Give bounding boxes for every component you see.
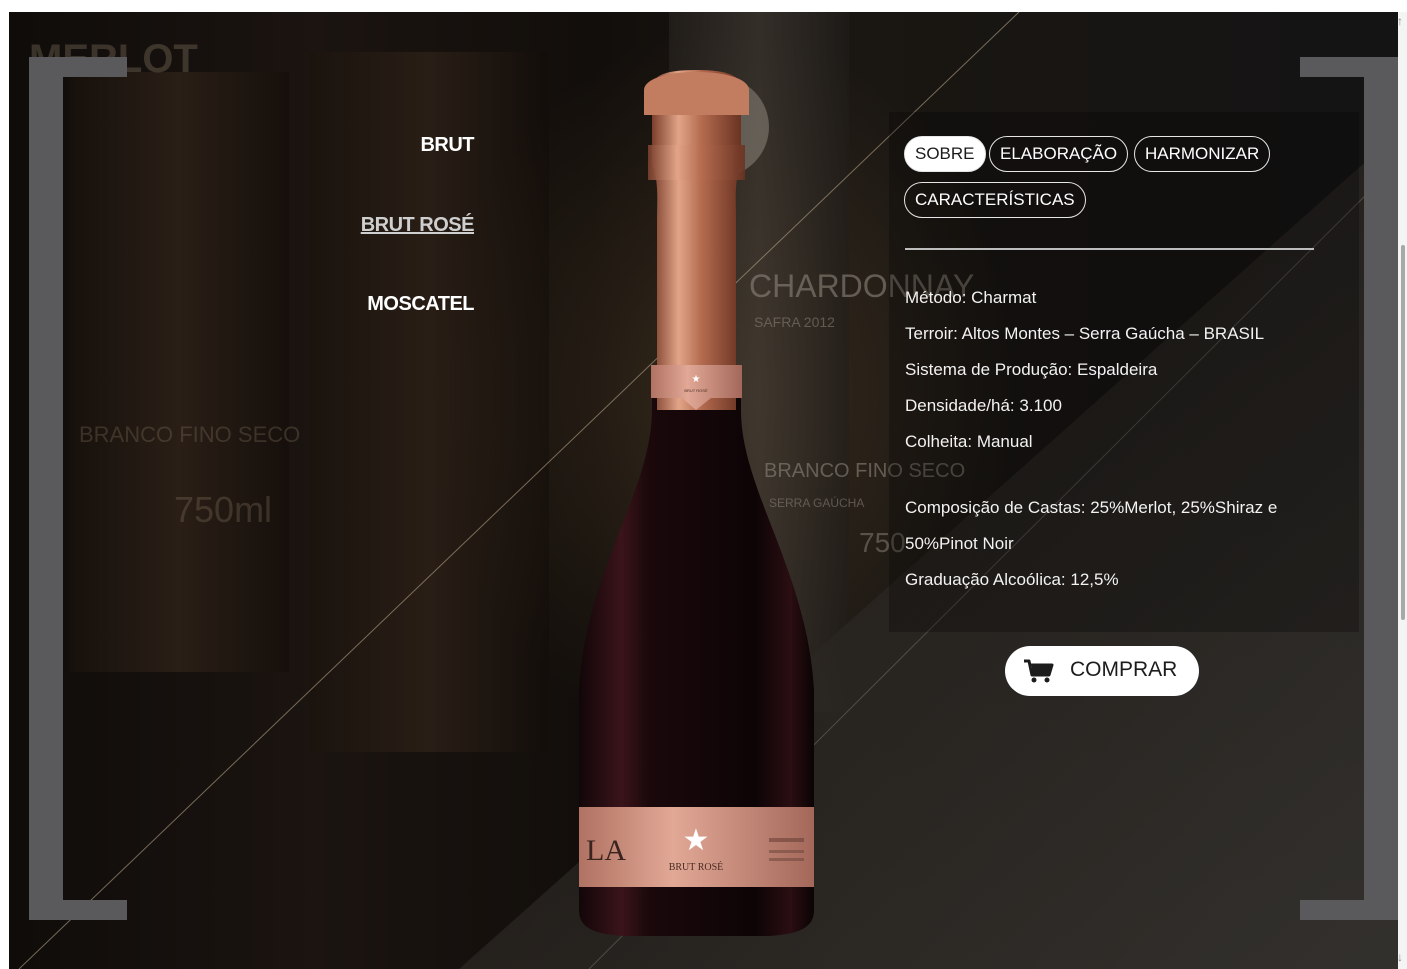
- tabs-divider: [905, 248, 1314, 250]
- spec-sistema-producao: Sistema de Produção: Espaldeira: [905, 360, 1158, 379]
- tab-harmonizar[interactable]: HARMONIZAR: [1134, 136, 1271, 172]
- svg-text:BRUT ROSÉ: BRUT ROSÉ: [684, 388, 708, 393]
- spec-composicao-cont: 50%Pinot Noir: [905, 534, 1014, 553]
- scroll-down-arrow-icon[interactable]: ↓: [1397, 950, 1403, 964]
- scrollbar-thumb[interactable]: [1401, 245, 1405, 620]
- left-bracket-decoration: [29, 57, 127, 920]
- spec-graduacao: Graduação Alcoólica: 12,5%: [905, 570, 1119, 589]
- bg-left-volume-text: 750ml: [174, 489, 272, 530]
- bottle-logo: LA: [586, 834, 626, 867]
- product-stage: CHARDONNAY SAFRA 2012 BRANCO FINO SECO S…: [9, 12, 1399, 969]
- cart-icon: [1024, 659, 1054, 683]
- variant-link-moscatel[interactable]: MOSCATEL: [367, 293, 474, 316]
- spec-metodo: Método: Charmat: [905, 288, 1037, 307]
- svg-text:★: ★: [692, 374, 701, 385]
- buy-button-label: COMPRAR: [1070, 658, 1178, 681]
- right-bracket-decoration: [1300, 57, 1398, 920]
- spec-colheita: Colheita: Manual: [905, 432, 1033, 451]
- variant-link-brut[interactable]: BRUT: [420, 134, 474, 157]
- bottle-label-name: BRUT ROSÉ: [669, 861, 724, 873]
- tab-elaboracao[interactable]: ELABORAÇÃO: [989, 136, 1129, 172]
- buy-button[interactable]: COMPRAR: [1005, 646, 1199, 696]
- tab-sobre[interactable]: SOBRE: [904, 136, 986, 172]
- spec-composicao: Composição de Castas: 25%Merlot, 25%Shir…: [905, 498, 1278, 517]
- product-bottle-image: ★ BRUT ROSÉ LA ★ BRUT ROSÉ: [579, 70, 814, 936]
- scroll-up-arrow-icon[interactable]: ↑: [1397, 14, 1403, 28]
- spec-densidade: Densidade/há: 3.100: [905, 396, 1062, 415]
- spec-terroir: Terroir: Altos Montes – Serra Gaúcha – B…: [905, 324, 1265, 343]
- svg-text:★: ★: [683, 824, 710, 857]
- variant-link-brut-rose[interactable]: BRUT ROSÉ: [361, 214, 475, 237]
- tab-caracteristicas[interactable]: CARACTERÍSTICAS: [904, 182, 1086, 218]
